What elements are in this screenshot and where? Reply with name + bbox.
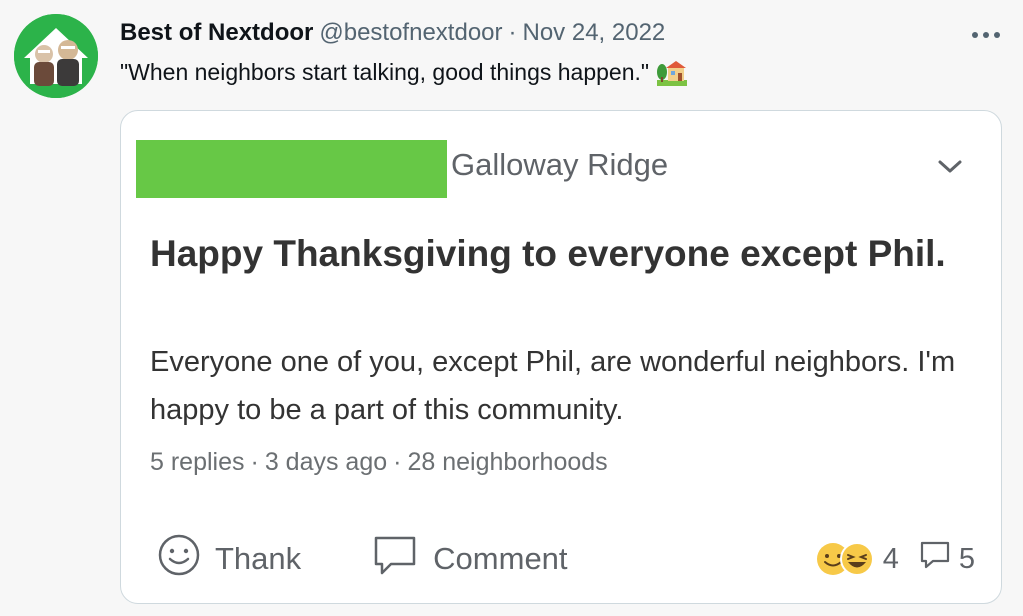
- comment-bubble-icon: [371, 533, 419, 585]
- tweet-header: Best of Nextdoor @bestofnextdoor · Nov 2…: [120, 18, 665, 48]
- tweet-text-content: "When neighbors start talking, good thin…: [120, 58, 650, 85]
- reaction-count: 4: [882, 542, 899, 575]
- chevron-down-icon[interactable]: [937, 159, 963, 180]
- smiley-icon: [157, 533, 201, 585]
- tweet-date[interactable]: Nov 24, 2022: [523, 19, 666, 47]
- meta-separator: ·: [393, 448, 402, 476]
- redacted-author-name: [136, 140, 447, 198]
- comment-button[interactable]: Comment: [371, 533, 568, 585]
- reactions-summary[interactable]: 4 5: [815, 537, 975, 581]
- neighborhood-reach: 28 neighborhoods: [407, 448, 608, 476]
- post-time: 3 days ago: [264, 448, 388, 476]
- handle[interactable]: @bestofnextdoor: [319, 19, 502, 47]
- thank-button[interactable]: Thank: [157, 533, 301, 585]
- post-body: Everyone one of you, except Phil, are wo…: [150, 346, 956, 426]
- comment-count: 5: [958, 542, 975, 575]
- avatar[interactable]: [14, 14, 98, 98]
- display-name[interactable]: Best of Nextdoor: [120, 19, 313, 47]
- comment-label: Comment: [433, 541, 568, 576]
- post-actions: Thank Comment: [157, 534, 568, 581]
- replies-count[interactable]: 5 replies: [150, 448, 245, 477]
- post-title: Happy Thanksgiving to everyone except Ph…: [150, 233, 946, 274]
- post-meta: 5 replies · 3 days ago · 28 neighborhood…: [150, 448, 608, 477]
- nextdoor-post-card[interactable]: Galloway Ridge Happy Thanksgiving to eve…: [120, 110, 1002, 604]
- separator: ·: [508, 19, 517, 46]
- meta-separator: ·: [250, 448, 259, 476]
- reaction-emojis-icon: [815, 541, 875, 577]
- tweet: Best of Nextdoor @bestofnextdoor · Nov 2…: [0, 0, 1023, 616]
- tweet-text: "When neighbors start talking, good thin…: [120, 58, 688, 86]
- more-horizontal-icon[interactable]: [971, 20, 1001, 40]
- neighborhood-name: Galloway Ridge: [451, 147, 669, 182]
- house-with-garden-emoji-icon: [657, 58, 688, 86]
- thank-label: Thank: [215, 541, 302, 576]
- comment-count-icon: [919, 540, 951, 578]
